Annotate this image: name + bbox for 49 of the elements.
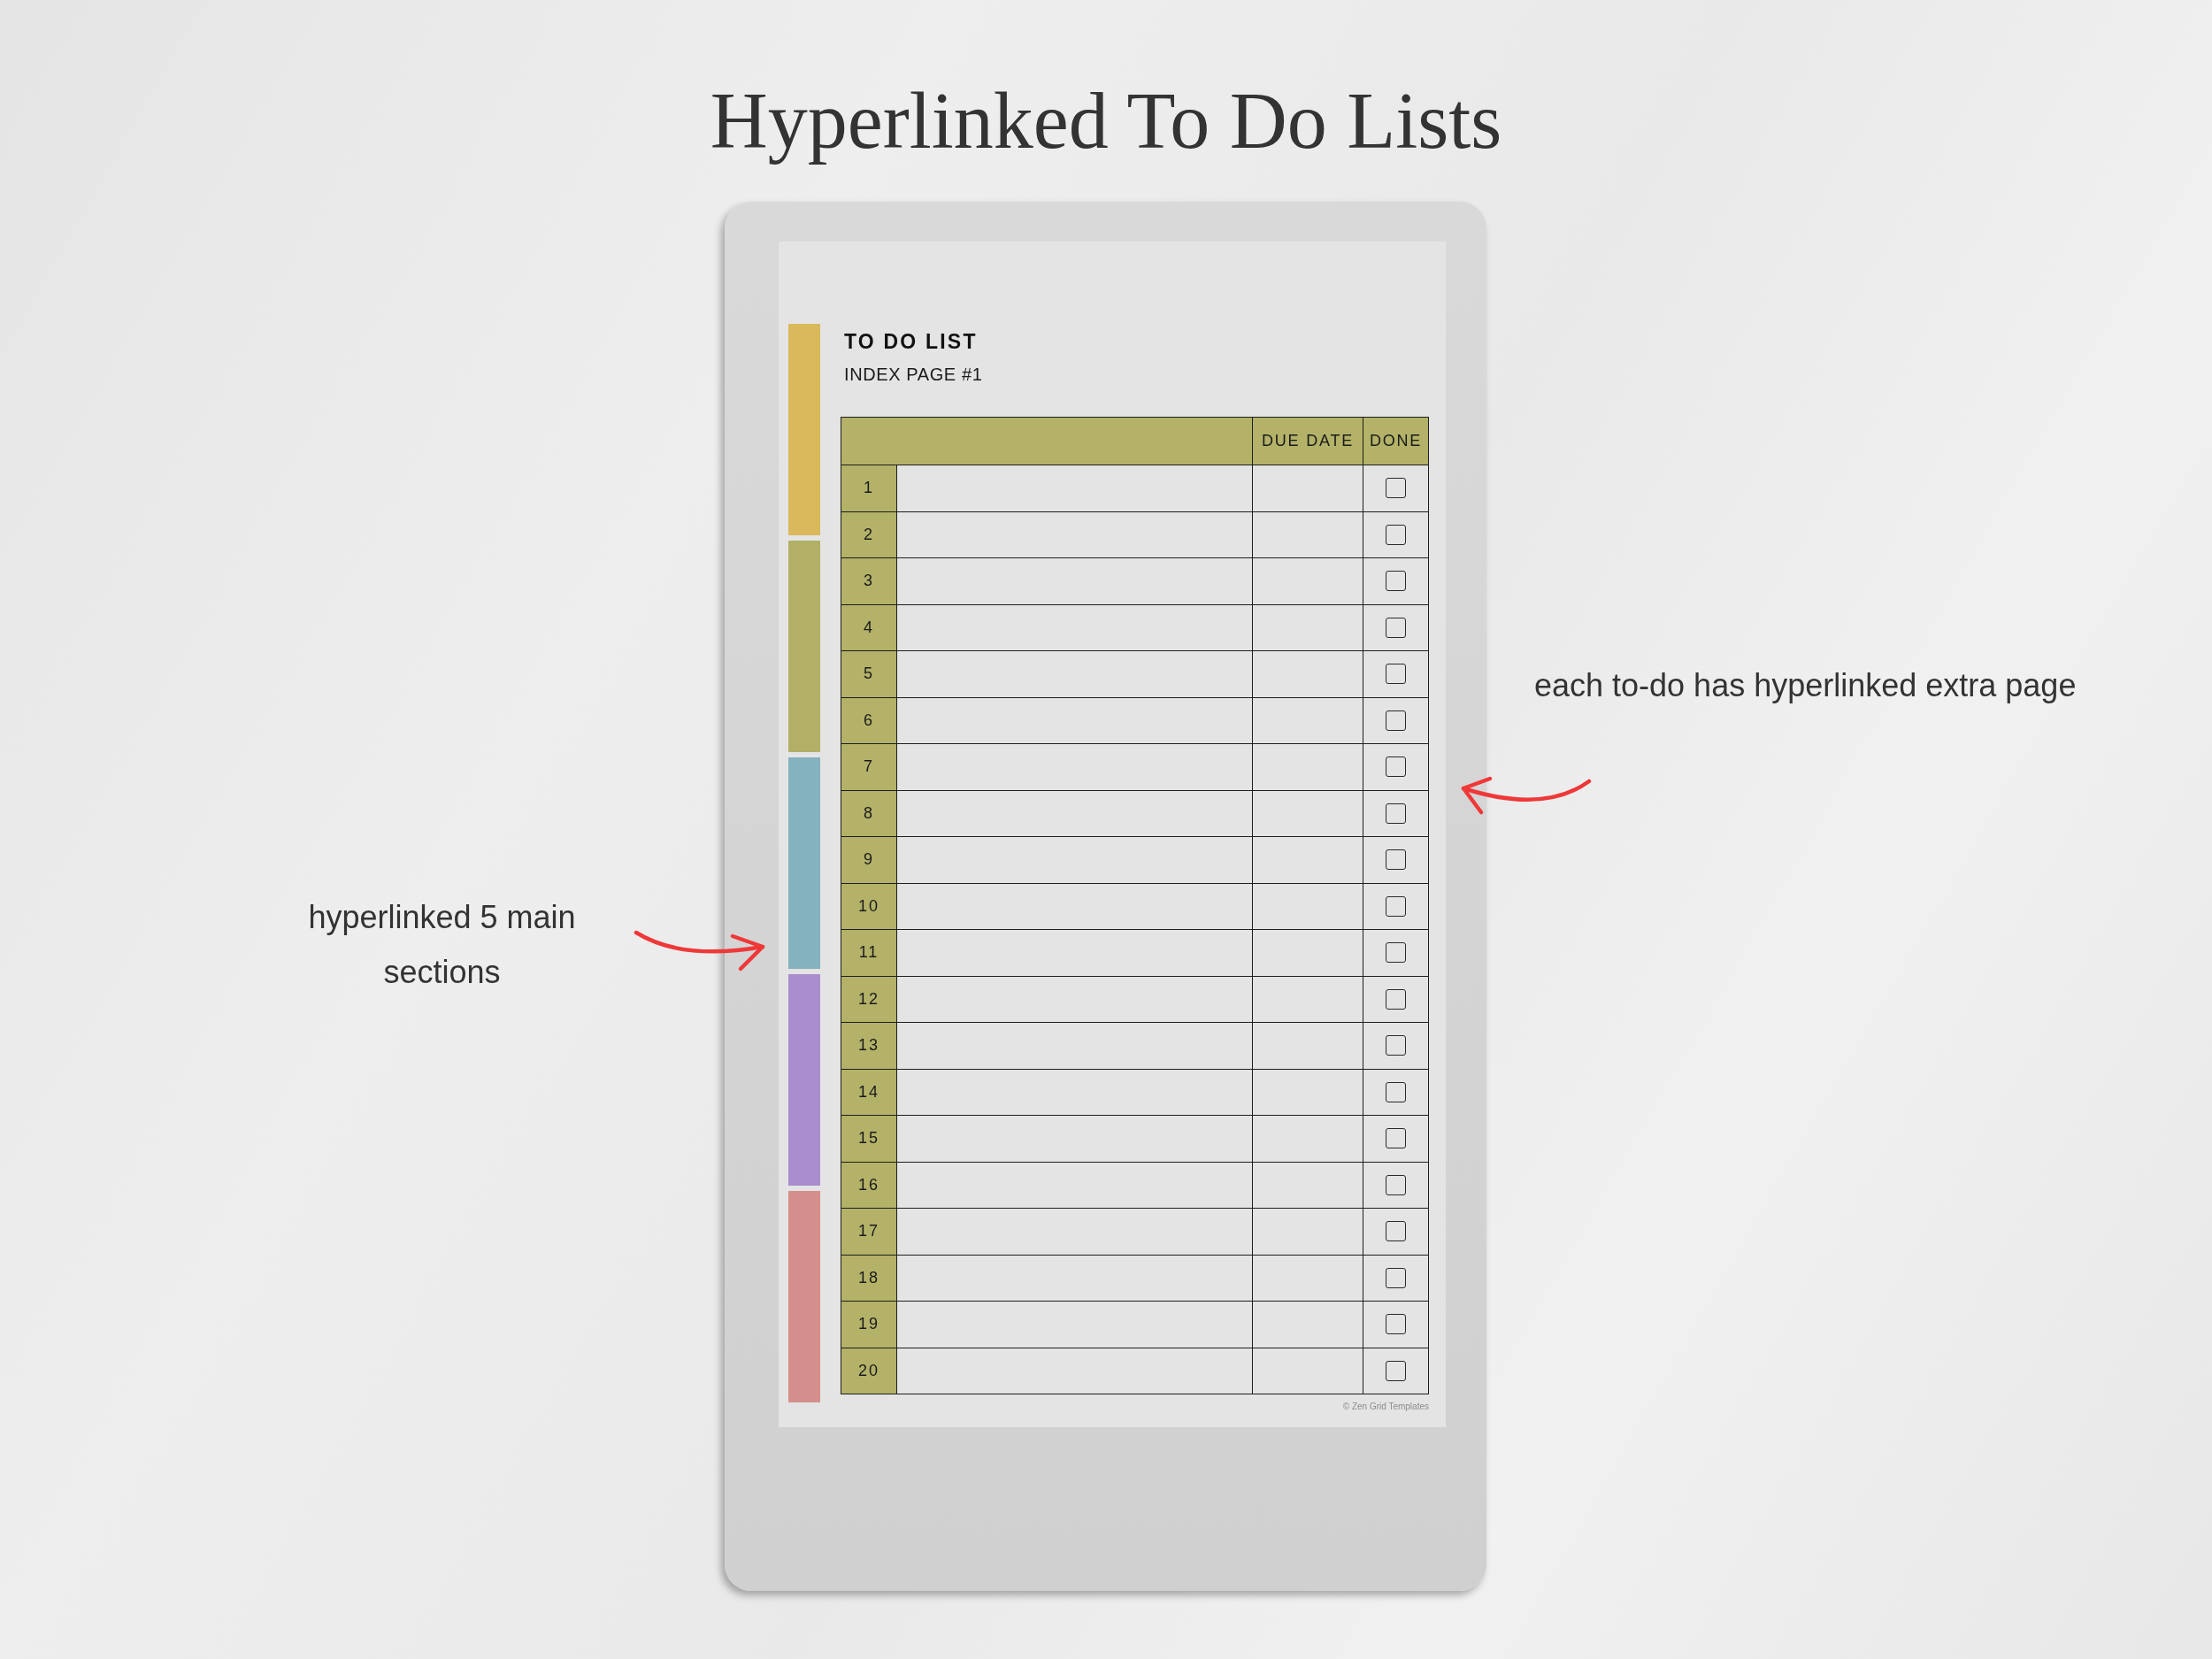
curved-arrow-icon xyxy=(634,929,765,972)
row-number: 12 xyxy=(841,976,897,1022)
copyright-text: © Zen Grid Templates xyxy=(1342,1402,1429,1411)
row-number: 13 xyxy=(841,1023,897,1069)
annotation-text: each to-do has hyperlinked extra page xyxy=(1534,666,2078,705)
row-number: 8 xyxy=(841,790,897,836)
done-checkbox[interactable] xyxy=(1386,1267,1406,1288)
row-number: 5 xyxy=(841,651,897,697)
row-number: 6 xyxy=(841,697,897,743)
done-checkbox[interactable] xyxy=(1386,1314,1406,1335)
row-number: 15 xyxy=(841,1116,897,1162)
done-checkbox[interactable] xyxy=(1386,1081,1406,1102)
done-checkbox[interactable] xyxy=(1386,803,1406,824)
annotation-text: hyperlinked 5 main sections xyxy=(307,898,577,992)
done-checkbox[interactable] xyxy=(1386,1221,1406,1242)
done-checkbox[interactable] xyxy=(1386,1128,1406,1149)
done-checkbox[interactable] xyxy=(1386,942,1406,964)
column-header: DONE xyxy=(1368,431,1424,451)
row-number: 3 xyxy=(841,558,897,604)
done-checkbox[interactable] xyxy=(1386,710,1406,731)
done-checkbox[interactable] xyxy=(1386,571,1406,592)
done-checkbox[interactable] xyxy=(1386,1174,1406,1195)
row-number: 1 xyxy=(841,465,897,511)
list-heading: TO DO LIST xyxy=(844,332,979,352)
row-number: 20 xyxy=(841,1348,897,1394)
done-checkbox[interactable] xyxy=(1386,757,1406,778)
done-checkbox[interactable] xyxy=(1386,524,1406,545)
done-checkbox[interactable] xyxy=(1386,664,1406,685)
column-header: DUE DATE xyxy=(1253,418,1363,465)
row-number: 11 xyxy=(841,930,897,976)
done-checkbox[interactable] xyxy=(1386,1360,1406,1381)
row-number: 16 xyxy=(841,1162,897,1208)
row-number: 14 xyxy=(841,1069,897,1115)
row-number: 19 xyxy=(841,1302,897,1348)
row-number: 18 xyxy=(841,1255,897,1301)
done-checkbox[interactable] xyxy=(1386,617,1406,638)
row-number: 17 xyxy=(841,1209,897,1255)
done-checkbox[interactable] xyxy=(1386,895,1406,917)
done-checkbox[interactable] xyxy=(1386,1035,1406,1056)
done-checkbox[interactable] xyxy=(1386,478,1406,499)
done-checkbox[interactable] xyxy=(1386,988,1406,1010)
row-number: 4 xyxy=(841,604,897,650)
list-subheading: INDEX PAGE #1 xyxy=(844,365,984,383)
row-number: 2 xyxy=(841,511,897,557)
curved-arrow-icon xyxy=(1460,775,1593,816)
done-checkbox[interactable] xyxy=(1386,849,1406,871)
row-number: 7 xyxy=(841,744,897,790)
row-number: 9 xyxy=(841,837,897,883)
row-number: 10 xyxy=(841,883,897,929)
